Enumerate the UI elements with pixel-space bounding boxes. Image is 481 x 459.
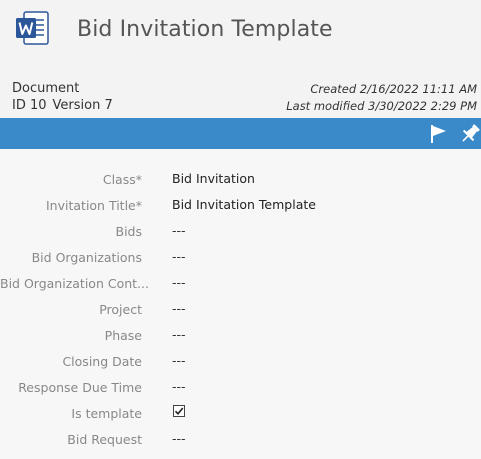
property-is-template[interactable]: Is template: [0, 400, 481, 426]
metadata-toolbar: [0, 118, 481, 149]
property-label: Bid Organizations: [31, 250, 142, 265]
property-value[interactable]: ---: [172, 327, 186, 342]
property-bid-request[interactable]: Bid Request ---: [0, 426, 481, 452]
property-phase[interactable]: Phase ---: [0, 322, 481, 348]
property-bids[interactable]: Bids ---: [0, 218, 481, 244]
property-label: Invitation Title*: [46, 198, 142, 213]
property-value[interactable]: ---: [172, 431, 186, 446]
property-label: Project: [99, 302, 142, 317]
property-label: Response Due Time: [18, 380, 142, 395]
pin-icon[interactable]: [459, 123, 481, 145]
property-invitation-title[interactable]: Invitation Title* Bid Invitation Templat…: [0, 192, 481, 218]
property-label: Is template: [71, 406, 142, 421]
property-class[interactable]: Class* Bid Invitation: [0, 166, 481, 192]
property-value[interactable]: ---: [172, 223, 186, 238]
property-label: Class*: [102, 172, 142, 187]
property-value[interactable]: ---: [172, 379, 186, 394]
property-value[interactable]: ---: [172, 275, 186, 290]
object-type: Document: [12, 81, 80, 96]
object-version: Version 7: [52, 98, 113, 113]
property-label: Closing Date: [62, 354, 142, 369]
checkmark-icon: [174, 407, 184, 416]
id-version: ID 10 Version 7: [12, 97, 119, 114]
word-icon: [14, 10, 52, 48]
object-meta: Document ID 10 Version 7: [12, 80, 119, 114]
is-template-checkbox[interactable]: [173, 405, 185, 417]
modified-date: Last modified 3/30/2022 2:29 PM: [286, 99, 477, 113]
property-value[interactable]: Bid Invitation Template: [172, 197, 316, 212]
object-dates: Created 2/16/2022 11:11 AM Last modified…: [286, 81, 477, 115]
property-value[interactable]: ---: [172, 249, 186, 264]
page-title: Bid Invitation Template: [77, 17, 333, 42]
property-value[interactable]: ---: [172, 353, 186, 368]
property-response-due-time[interactable]: Response Due Time ---: [0, 374, 481, 400]
property-closing-date[interactable]: Closing Date ---: [0, 348, 481, 374]
property-label: Bid Organization Cont...: [0, 276, 149, 291]
object-id: ID 10: [12, 98, 47, 113]
property-bid-organizations[interactable]: Bid Organizations ---: [0, 244, 481, 270]
property-value[interactable]: ---: [172, 301, 186, 316]
property-label: Bid Request: [67, 432, 142, 447]
flag-icon[interactable]: [428, 123, 450, 145]
created-date: Created 2/16/2022 11:11 AM: [310, 82, 477, 96]
property-project[interactable]: Project ---: [0, 296, 481, 322]
property-label: Bids: [115, 224, 143, 239]
object-header: Bid Invitation Template Document ID 10 Ve…: [0, 0, 481, 118]
property-value[interactable]: Bid Invitation: [172, 171, 255, 186]
property-bid-organization-contacts[interactable]: Bid Organization Cont... ---: [0, 270, 481, 296]
property-label: Phase: [104, 328, 142, 343]
properties-list: Class* Bid Invitation Invitation Title* …: [0, 166, 481, 452]
